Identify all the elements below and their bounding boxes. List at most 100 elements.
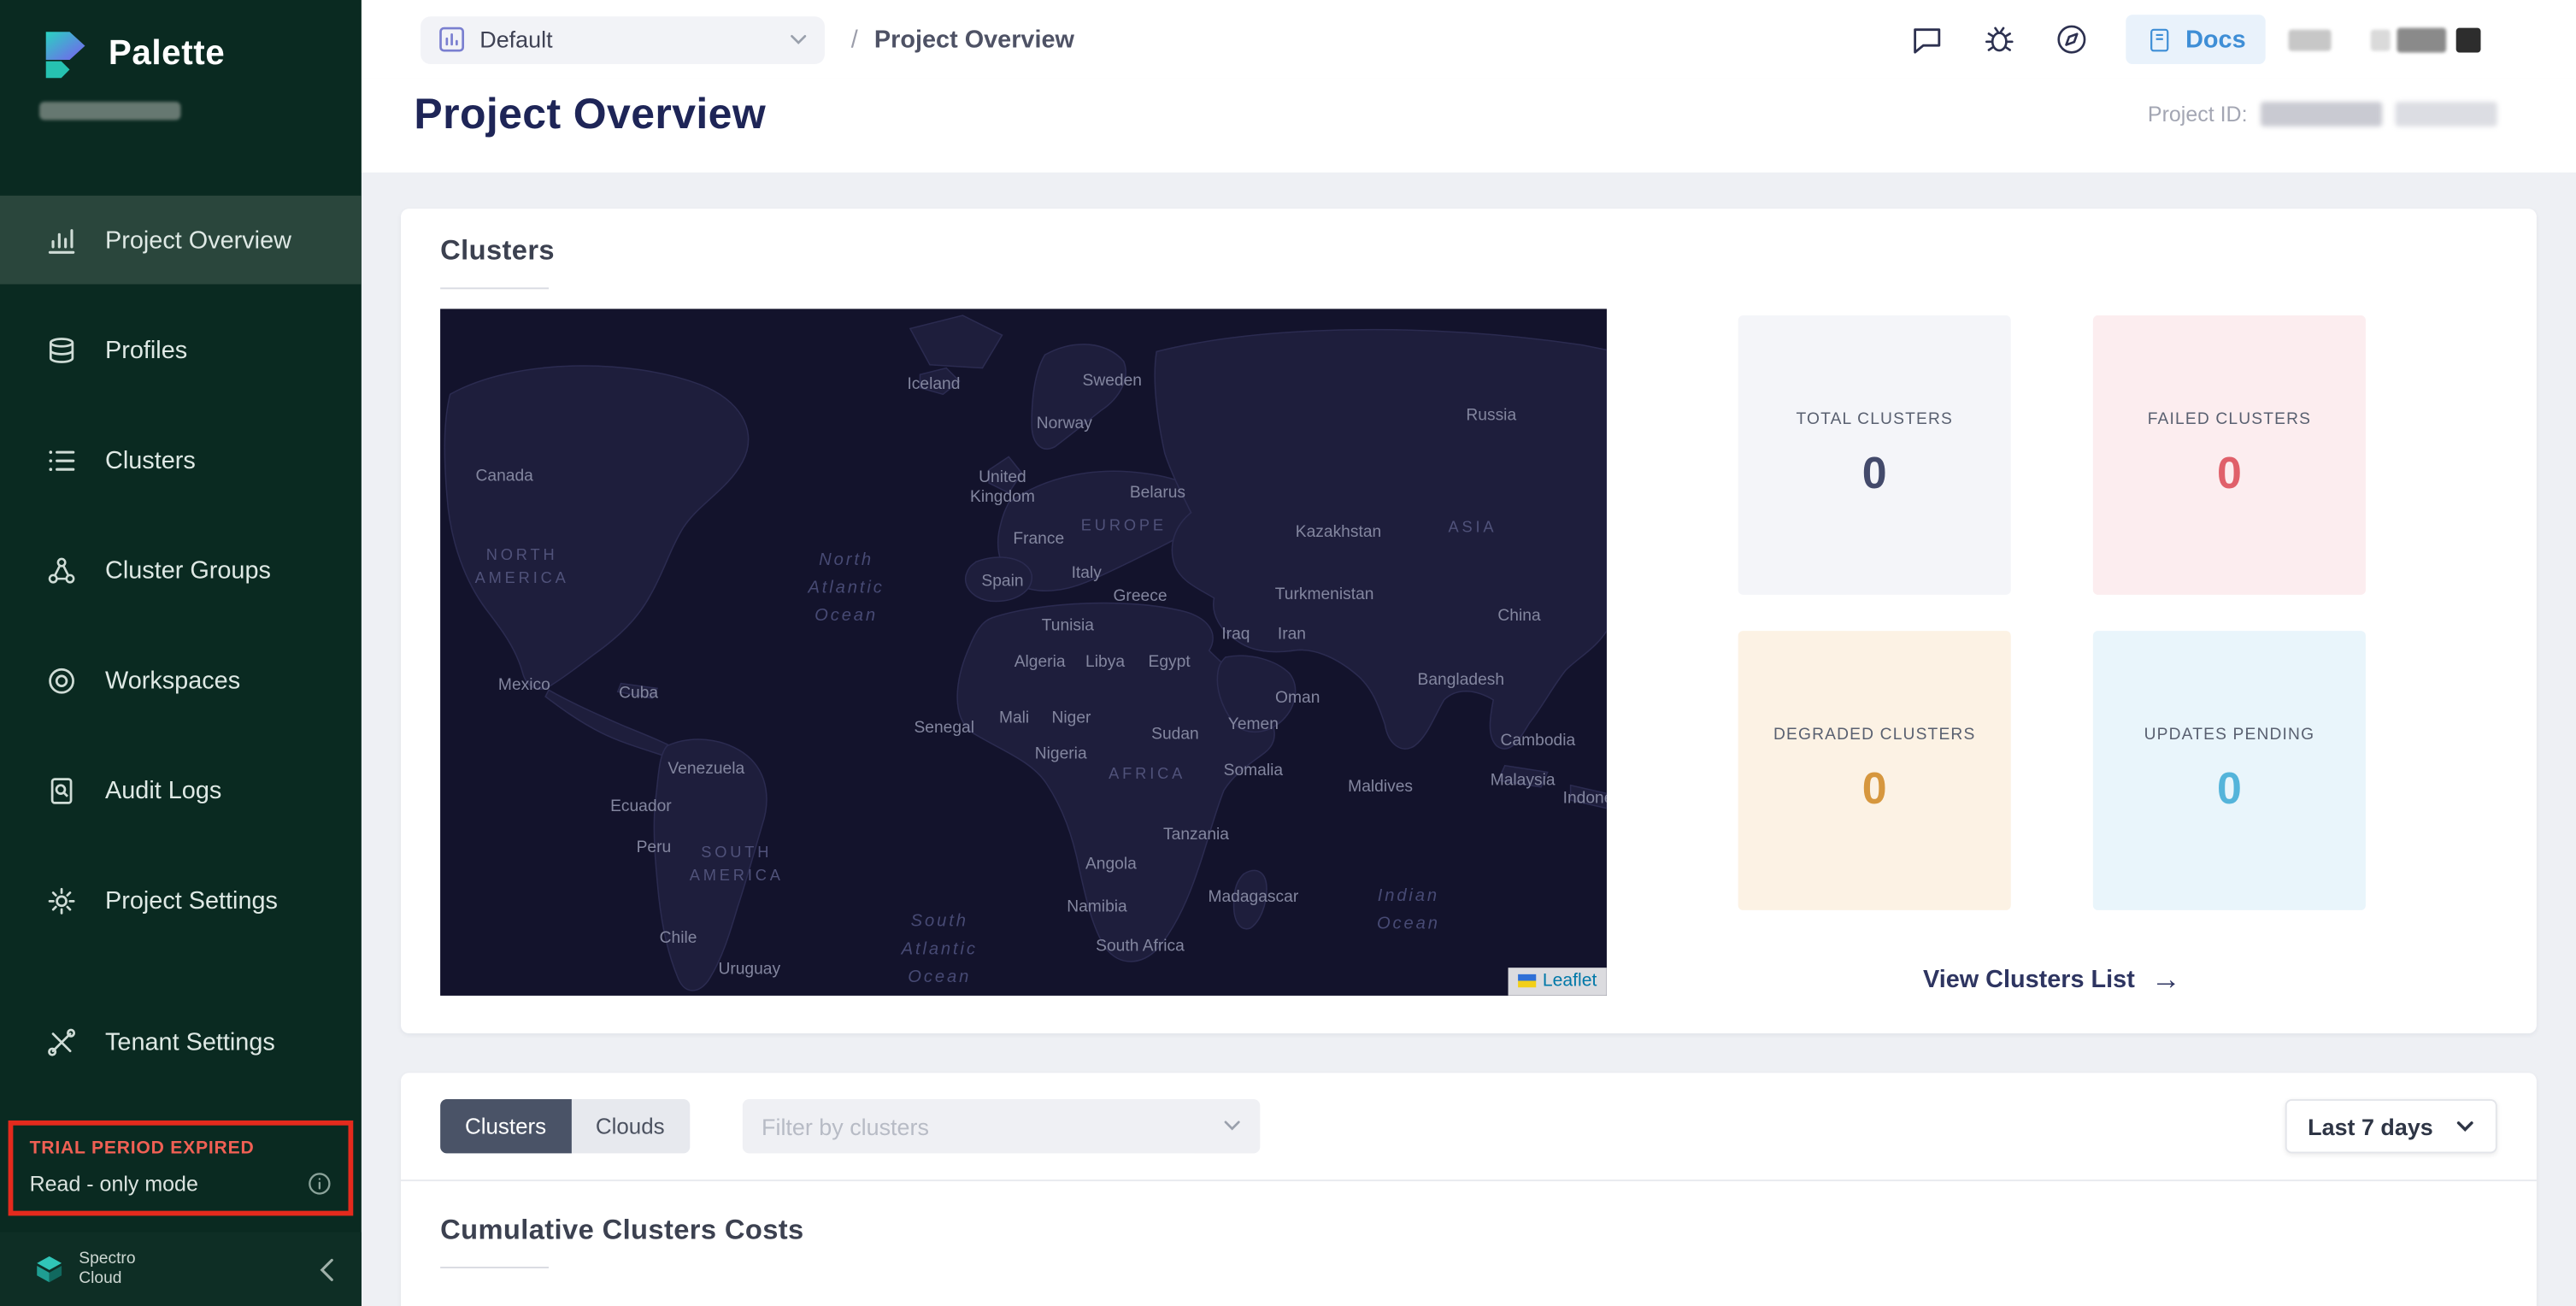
main-area: Default / Project Overview: [362, 0, 2576, 1306]
stats-grid: TOTAL CLUSTERS 0 FAILED CLUSTERS 0 DEGRA…: [1738, 315, 2366, 910]
tools-icon: [44, 1025, 77, 1057]
topbar-actions: Docs: [1873, 15, 2576, 64]
brand: Palette: [0, 0, 362, 82]
chart-icon: [44, 223, 77, 256]
doc-search-icon: [44, 774, 77, 806]
sidebar-footer-brand: Spectro Cloud: [79, 1250, 135, 1289]
project-id: Project ID:: [2148, 102, 2497, 126]
collapse-sidebar-button[interactable]: [319, 1257, 335, 1280]
trial-banner: TRIAL PERIOD EXPIRED Read - only mode: [9, 1121, 354, 1215]
sidebar-item-clusters[interactable]: Clusters: [0, 415, 362, 504]
project-selector[interactable]: Default: [421, 15, 825, 63]
stat-value: 0: [1862, 764, 1887, 815]
info-icon[interactable]: [307, 1172, 332, 1197]
date-range-value: Last 7 days: [2308, 1113, 2433, 1139]
project-selector-icon: [438, 26, 465, 53]
sidebar-item-label: Audit Logs: [105, 776, 221, 804]
sidebar-item-label: Workspaces: [105, 666, 240, 694]
breadcrumb-separator: /: [851, 26, 858, 54]
stat-tile-failed-clusters: FAILED CLUSTERS 0: [2093, 315, 2366, 595]
chevron-down-icon: [791, 33, 807, 44]
view-clusters-list-link[interactable]: View Clusters List →: [1923, 962, 2181, 997]
stat-value: 0: [2217, 449, 2242, 500]
redacted-block: [2371, 29, 2391, 50]
clusters-filter-input[interactable]: [762, 1113, 1223, 1139]
page-header: Project Overview Project ID:: [362, 79, 2576, 173]
tab-clouds[interactable]: Clouds: [571, 1099, 689, 1153]
page-title: Project Overview: [414, 89, 766, 140]
costs-title: Cumulative Clusters Costs: [440, 1214, 2497, 1268]
stat-tile-updates-pending: UPDATES PENDING 0: [2093, 631, 2366, 910]
sidebar-item-workspaces[interactable]: Workspaces: [0, 636, 362, 725]
clusters-card: Clusters: [401, 209, 2537, 1033]
redacted-project-id: [2261, 102, 2382, 126]
leaflet-attribution[interactable]: Leaflet: [1509, 968, 1607, 996]
compass-icon[interactable]: [2054, 21, 2090, 57]
world-map-svg: [440, 309, 1607, 995]
costs-card: ClustersClouds Last 7 days: [401, 1073, 2537, 1306]
topbar: Default / Project Overview: [362, 0, 2576, 79]
redacted-block: [2456, 27, 2481, 52]
palette-logo-icon: [36, 26, 91, 82]
app-root: Palette Project Overview Profiles Cluste…: [0, 0, 2576, 1306]
stat-value: 0: [1862, 449, 1887, 500]
gear-icon: [44, 884, 77, 916]
clusters-stats: TOTAL CLUSTERS 0 FAILED CLUSTERS 0 DEGRA…: [1607, 309, 2497, 997]
world-map[interactable]: IcelandSwedenNorwayRussiaCanadaUnited Ki…: [440, 309, 1607, 995]
docs-button[interactable]: Docs: [2126, 15, 2266, 64]
trial-subtitle: Read - only mode: [30, 1172, 198, 1197]
chevron-down-icon: [2456, 1120, 2474, 1132]
project-id-label: Project ID:: [2148, 102, 2248, 126]
nodes-icon: [44, 554, 77, 586]
clusters-filter[interactable]: [742, 1099, 1259, 1153]
sidebar-item-label: Project Settings: [105, 886, 278, 915]
bug-icon[interactable]: [1982, 21, 2018, 57]
docs-label: Docs: [2185, 26, 2246, 54]
stat-value: 0: [2217, 764, 2242, 815]
sidebar-item-cluster-groups[interactable]: Cluster Groups: [0, 526, 362, 615]
sidebar-footer: Spectro Cloud: [0, 1232, 362, 1306]
chat-icon[interactable]: [1909, 21, 1945, 57]
redacted-block: [2397, 27, 2446, 52]
redacted-project-id: [2396, 102, 2497, 126]
breadcrumb-current: Project Overview: [874, 26, 1074, 54]
view-clusters-list-label: View Clusters List: [1923, 966, 2135, 994]
footer-brand-line2: Cloud: [79, 1269, 135, 1289]
sidebar-item-label: Profiles: [105, 336, 187, 364]
ukraine-flag-icon: [1518, 974, 1536, 987]
costs-section: Cumulative Clusters Costs: [401, 1180, 2537, 1306]
stat-tile-total-clusters: TOTAL CLUSTERS 0: [1738, 315, 2011, 595]
stat-label: TOTAL CLUSTERS: [1796, 411, 1953, 429]
footer-brand-line1: Spectro: [79, 1250, 135, 1269]
sidebar-nav: Project Overview Profiles Clusters Clust…: [0, 196, 362, 1121]
spectro-cloud-logo-icon: [32, 1253, 65, 1285]
stat-tile-degraded-clusters: DEGRADED CLUSTERS 0: [1738, 631, 2011, 910]
sidebar-item-label: Project Overview: [105, 226, 291, 254]
redacted-block: [2289, 29, 2332, 50]
sidebar-item-profiles[interactable]: Profiles: [0, 306, 362, 395]
stat-label: UPDATES PENDING: [2144, 727, 2315, 744]
chevron-down-icon: [1223, 1121, 1239, 1132]
sidebar: Palette Project Overview Profiles Cluste…: [0, 0, 362, 1306]
target-icon: [44, 664, 77, 697]
project-selector-value: Default: [479, 26, 552, 53]
trial-title: TRIAL PERIOD EXPIRED: [30, 1138, 332, 1158]
sidebar-item-project-settings[interactable]: Project Settings: [0, 856, 362, 944]
sidebar-item-label: Tenant Settings: [105, 1027, 275, 1056]
redacted-user-area: [2289, 27, 2481, 52]
brand-name: Palette: [109, 34, 225, 74]
sidebar-item-label: Clusters: [105, 446, 196, 474]
sidebar-item-tenant-settings[interactable]: Tenant Settings: [0, 997, 362, 1086]
layers-icon: [44, 333, 77, 366]
book-icon: [2146, 26, 2174, 54]
page-content: Clusters: [362, 173, 2576, 1306]
clusters-card-title: Clusters: [440, 235, 2497, 289]
scope-tabs: ClustersClouds: [440, 1099, 689, 1153]
stat-label: DEGRADED CLUSTERS: [1773, 727, 1975, 744]
tab-clusters[interactable]: Clusters: [440, 1099, 571, 1153]
date-range-selector[interactable]: Last 7 days: [2285, 1099, 2497, 1153]
stat-label: FAILED CLUSTERS: [2148, 411, 2311, 429]
leaflet-label: Leaflet: [1543, 971, 1597, 991]
sidebar-item-project-overview[interactable]: Project Overview: [0, 196, 362, 285]
sidebar-item-audit-logs[interactable]: Audit Logs: [0, 746, 362, 835]
